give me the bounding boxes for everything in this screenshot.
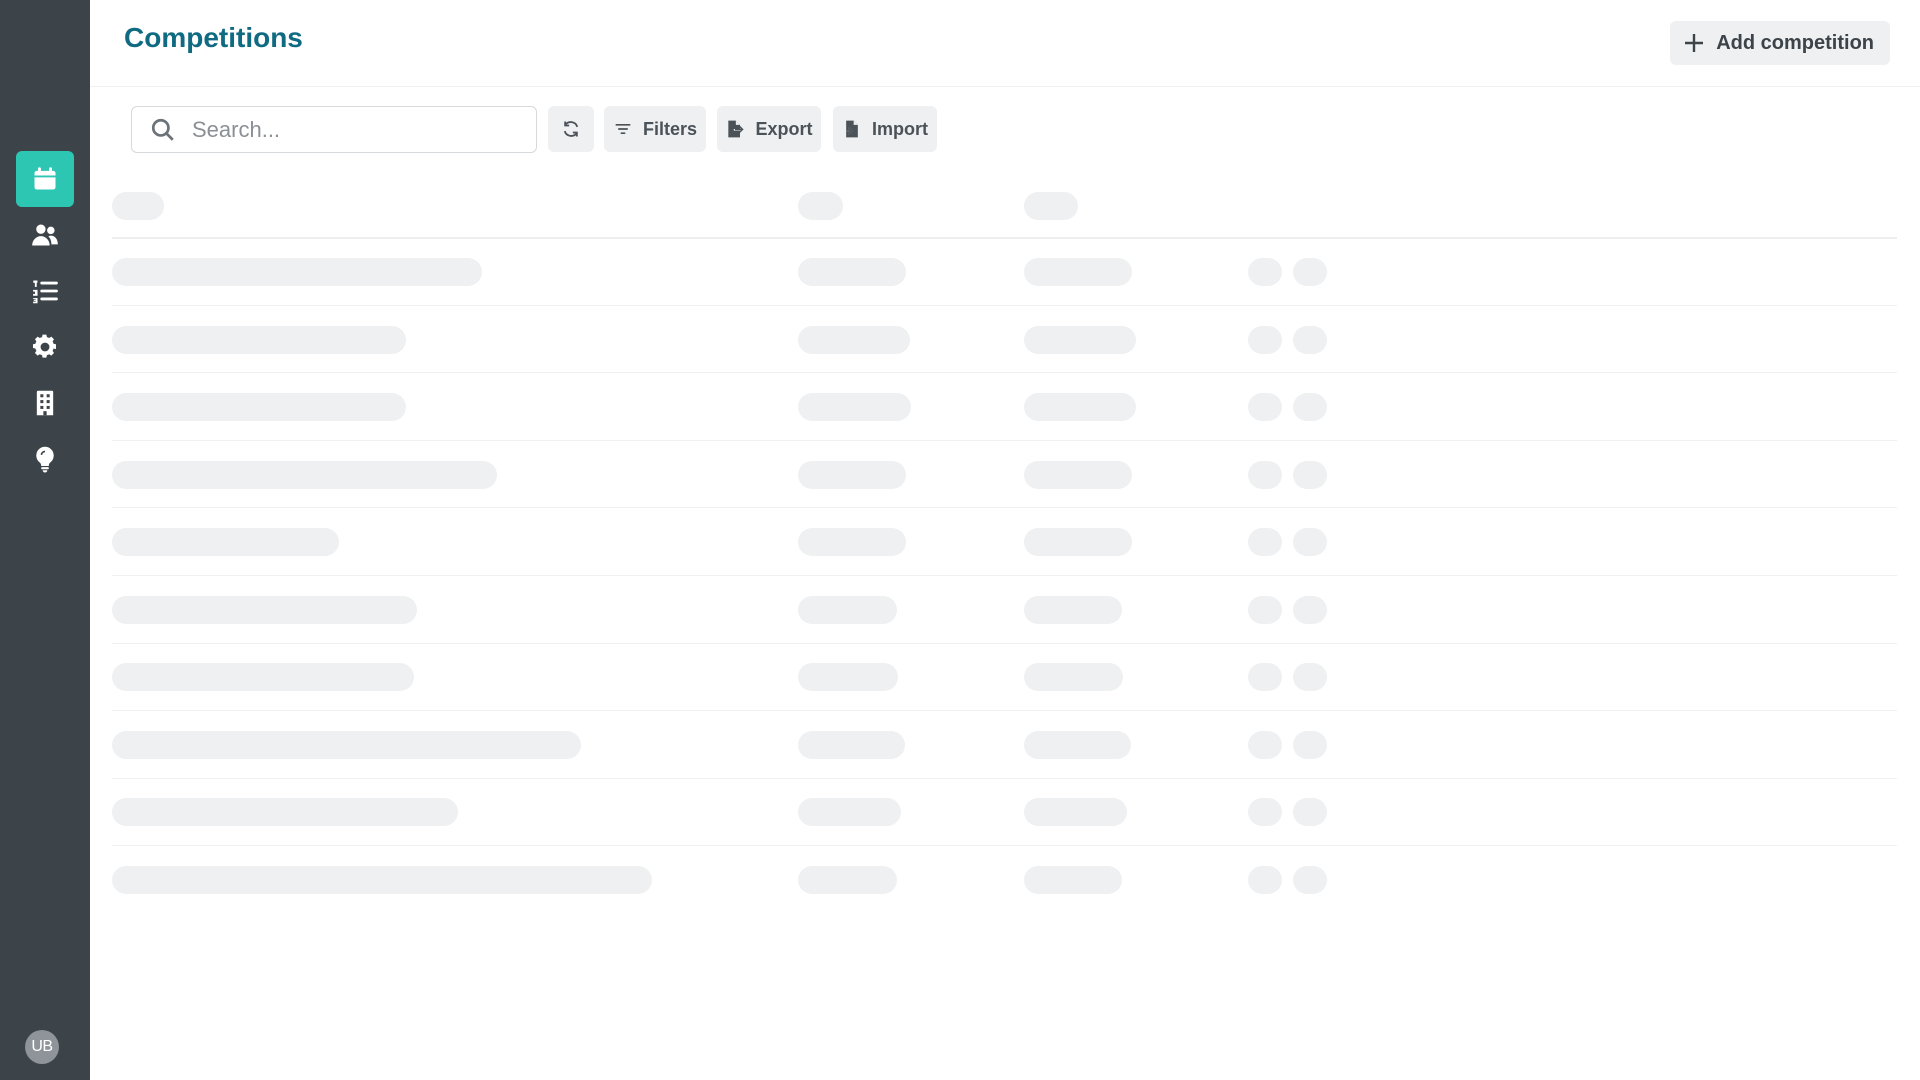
cell-skeleton: [112, 528, 339, 556]
action-skeleton: [1248, 798, 1282, 826]
action-skeleton: [1248, 663, 1282, 691]
page-header: Competitions Add competition: [90, 0, 1920, 87]
cell-skeleton: [1024, 663, 1123, 691]
cell-skeleton: [112, 258, 482, 286]
users-icon: [32, 224, 58, 246]
row-divider: [112, 372, 1897, 373]
app-root: UB Competitions Add competition Filters …: [0, 0, 1920, 1080]
lightbulb-icon: [36, 446, 54, 473]
cell-skeleton: [1024, 528, 1132, 556]
row-divider: [112, 575, 1897, 576]
action-skeleton: [1248, 393, 1282, 421]
building-icon: [36, 390, 54, 416]
row-divider: [112, 643, 1897, 644]
cell-skeleton: [798, 393, 911, 421]
refresh-icon: [563, 121, 579, 137]
action-skeleton: [1293, 866, 1327, 894]
action-skeleton: [1293, 461, 1327, 489]
action-skeleton: [1248, 461, 1282, 489]
sidebar-item-competitions[interactable]: [16, 151, 74, 207]
page-title: Competitions: [124, 22, 303, 53]
cell-skeleton: [112, 596, 417, 624]
import-label: Import: [872, 118, 928, 139]
avatar[interactable]: UB: [25, 1030, 59, 1064]
cell-skeleton: [798, 866, 897, 894]
header-cell-skeleton: [798, 192, 843, 220]
filters-button[interactable]: Filters: [604, 106, 706, 152]
action-skeleton: [1293, 731, 1327, 759]
cell-skeleton: [798, 731, 905, 759]
cell-skeleton: [112, 461, 497, 489]
add-competition-label: Add competition: [1716, 31, 1874, 54]
calendar-icon: [34, 167, 56, 190]
action-skeleton: [1293, 258, 1327, 286]
search-input[interactable]: [192, 116, 522, 143]
sidebar-item-users[interactable]: [16, 207, 74, 263]
cell-skeleton: [112, 798, 458, 826]
row-divider: [112, 305, 1897, 306]
export-button[interactable]: Export: [717, 106, 821, 152]
action-skeleton: [1248, 528, 1282, 556]
row-divider: [112, 507, 1897, 508]
row-divider: [112, 845, 1897, 846]
cell-skeleton: [1024, 596, 1122, 624]
cell-skeleton: [1024, 866, 1122, 894]
cell-skeleton: [798, 528, 906, 556]
search-box[interactable]: [131, 106, 537, 153]
import-button[interactable]: Import: [833, 106, 937, 152]
cell-skeleton: [112, 663, 414, 691]
action-skeleton: [1248, 596, 1282, 624]
row-divider: [112, 710, 1897, 711]
cell-skeleton: [112, 866, 652, 894]
plus-icon: [1685, 34, 1704, 52]
cell-skeleton: [1024, 731, 1131, 759]
sidebar-item-rankings[interactable]: [16, 263, 74, 319]
action-skeleton: [1293, 393, 1327, 421]
cell-skeleton: [798, 326, 910, 354]
refresh-button[interactable]: [548, 106, 594, 152]
export-label: Export: [755, 118, 813, 139]
action-skeleton: [1248, 258, 1282, 286]
filter-icon: [615, 124, 631, 134]
cell-skeleton: [112, 731, 581, 759]
sidebar-item-settings[interactable]: [16, 319, 74, 375]
action-skeleton: [1248, 866, 1282, 894]
cell-skeleton: [112, 393, 406, 421]
gear-icon: [32, 334, 56, 358]
header-divider: [112, 237, 1897, 239]
row-divider: [112, 778, 1897, 779]
cell-skeleton: [1024, 798, 1127, 826]
file-import-icon: [843, 120, 858, 138]
action-skeleton: [1248, 731, 1282, 759]
row-divider: [112, 440, 1897, 441]
action-skeleton: [1248, 326, 1282, 354]
cell-skeleton: [1024, 326, 1136, 354]
cell-skeleton: [112, 326, 406, 354]
cell-skeleton: [798, 663, 898, 691]
search-icon: [151, 118, 174, 141]
ranked-list-icon: [33, 280, 58, 304]
sidebar: UB: [0, 0, 90, 1080]
file-export-icon: [728, 120, 745, 138]
action-skeleton: [1293, 528, 1327, 556]
filters-label: Filters: [642, 118, 698, 139]
action-skeleton: [1293, 798, 1327, 826]
cell-skeleton: [1024, 461, 1132, 489]
header-cell-skeleton: [112, 192, 164, 220]
cell-skeleton: [798, 258, 906, 286]
action-skeleton: [1293, 596, 1327, 624]
add-competition-button[interactable]: Add competition: [1670, 21, 1890, 65]
cell-skeleton: [1024, 393, 1136, 421]
sidebar-item-ideas[interactable]: [16, 431, 74, 487]
sidebar-item-venues[interactable]: [16, 375, 74, 431]
cell-skeleton: [798, 461, 906, 489]
cell-skeleton: [798, 798, 901, 826]
header-cell-skeleton: [1024, 192, 1078, 220]
action-skeleton: [1293, 326, 1327, 354]
action-skeleton: [1293, 663, 1327, 691]
cell-skeleton: [1024, 258, 1132, 286]
cell-skeleton: [798, 596, 897, 624]
